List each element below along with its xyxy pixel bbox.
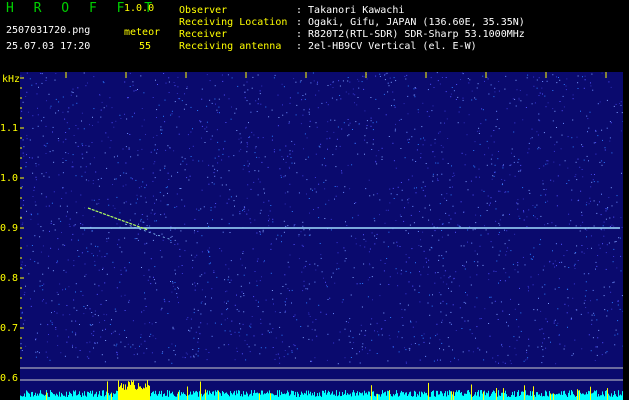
y-tick-label: 1.0 [0,173,19,184]
image-filename: 2507031720.png [6,25,91,36]
y-tick-label: 1.1 [0,123,19,134]
info-value-receiver: : R820T2(RTL-SDR) SDR-Sharp 53.1000MHz [296,29,525,40]
info-value-observer: : Takanori Kawachi [296,5,405,16]
meteor-counter-label: meteor [124,27,161,38]
info-label-location: Receiving Location [179,17,288,28]
info-value-location: : Ogaki, Gifu, JAPAN (136.60E, 35.35N) [296,17,525,28]
y-tick-label: 0.9 [0,223,19,234]
spectrogram [20,72,623,400]
info-label-antenna: Receiving antenna [179,41,282,52]
y-tick-label: 0.6 [0,373,19,384]
info-value-antenna: : 2el-HB9CV Vertical (el. E-W) [296,41,477,52]
y-tick-label: 0.7 [0,323,19,334]
capture-datetime: 25.07.03 17:20 [6,41,91,52]
y-tick-label: 0.8 [0,273,19,284]
y-unit-label: kHz [2,74,21,85]
spectrogram-background [20,72,623,400]
header-panel: H R O F F T 1.0.0 2507031720.png 25.07.0… [0,0,629,72]
info-label-observer: Observer [179,5,228,16]
meteor-counter-value: 55 [139,41,152,52]
app-version: 1.0.0 [124,3,155,14]
info-label-receiver: Receiver [179,29,228,40]
